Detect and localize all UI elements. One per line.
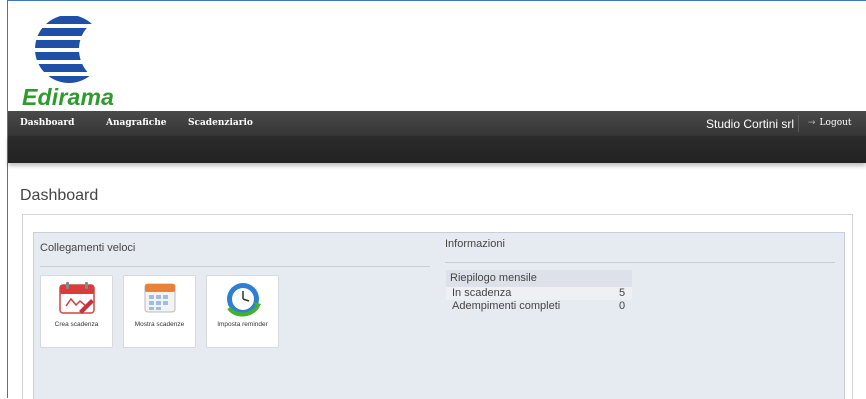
- summary-row-label: In scadenza: [452, 287, 512, 299]
- tile-mostra-scadenze[interactable]: Mostra scadenze: [123, 275, 196, 348]
- summary-row: Adempimenti completi 0: [446, 300, 632, 313]
- info-title: Informazioni: [445, 238, 505, 250]
- summary-row-label: Adempimenti completi: [452, 300, 561, 312]
- clock-refresh-icon: [226, 283, 261, 317]
- nav-item-dashboard[interactable]: Dashboard: [20, 118, 74, 128]
- globe-stripes-icon: [35, 16, 104, 83]
- summary-row: In scadenza 5: [446, 287, 632, 300]
- page-title: Dashboard: [20, 187, 99, 204]
- nav-item-scadenziario[interactable]: Scadenziario: [188, 118, 253, 128]
- summary-row-value: 0: [619, 300, 626, 312]
- tile-imposta-reminder[interactable]: Imposta reminder: [206, 275, 279, 348]
- info-divider: [445, 262, 835, 263]
- window-frame-top: [7, 0, 866, 1]
- user-name[interactable]: Studio Cortini srl: [706, 117, 794, 131]
- quick-links-title: Collegamenti veloci: [40, 242, 136, 254]
- nav-divider: [798, 115, 799, 132]
- summary-title: Riepilogo mensile: [446, 270, 632, 287]
- tile-label: Mostra scadenze: [134, 321, 185, 328]
- tile-label: Crea scadenza: [54, 321, 99, 328]
- window-frame-left: [7, 0, 8, 398]
- secondary-navbar: [8, 136, 866, 163]
- calendar-pen-icon: [58, 282, 95, 314]
- summary-row-value: 5: [619, 287, 626, 299]
- nav-item-anagrafiche[interactable]: Anagrafiche: [106, 118, 167, 128]
- quick-links-divider: [40, 266, 430, 267]
- tile-label: Imposta reminder: [217, 321, 268, 328]
- top-navbar: Dashboard Anagrafiche Scadenziario Studi…: [8, 111, 866, 136]
- tile-crea-scadenza[interactable]: Crea scadenza: [40, 275, 113, 348]
- monthly-summary-table: Riepilogo mensile In scadenza 5 Adempime…: [446, 270, 632, 313]
- logo-wordmark: Edirama: [22, 84, 115, 110]
- logout-arrow-icon: →: [808, 118, 816, 128]
- edirama-logo: Edirama: [20, 12, 140, 110]
- logout-button[interactable]: → Logout: [808, 118, 852, 128]
- logout-label: Logout: [819, 118, 852, 128]
- calendar-grid-icon: [144, 283, 175, 313]
